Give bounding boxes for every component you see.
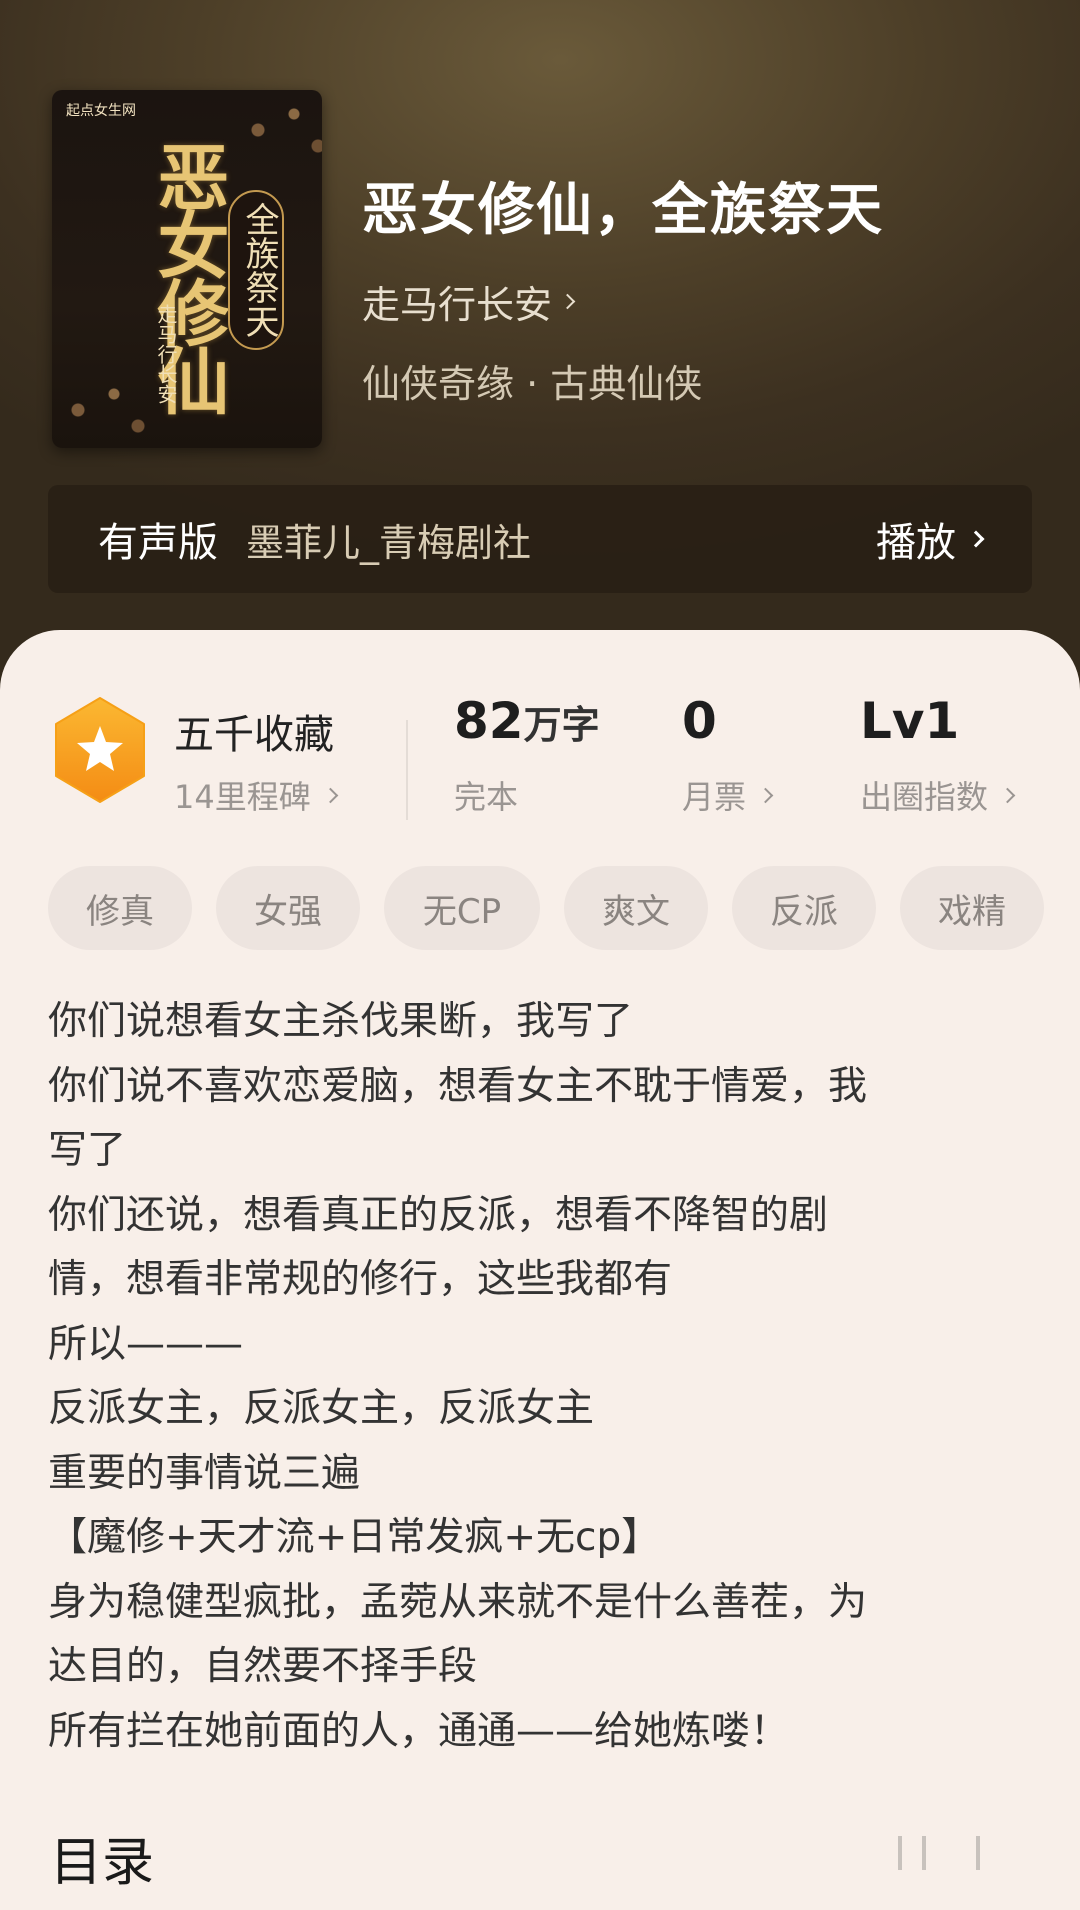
word-count-number: 82 — [454, 692, 524, 750]
detail-sheet: 五千收藏 14里程碑 82万字 完本 0 月票 Lv1 出圈指数 修真 女强 无… — [0, 630, 1080, 1910]
monthly-votes-number: 0 — [682, 692, 717, 750]
description-line: 你们还说，想看真正的反派，想看不降智的剧 — [48, 1192, 829, 1238]
word-count: 82万字 — [454, 692, 600, 750]
chevron-right-icon — [322, 787, 339, 803]
book-title: 恶女修仙，全族祭天 — [362, 177, 884, 243]
book-cover[interactable]: 起点女生网 恶女修仙 全族祭天 走马行长安 — [52, 90, 322, 448]
author-link[interactable]: 走马行长安 — [362, 274, 1040, 329]
monthly-votes-label: 月票 — [682, 778, 747, 816]
description-line: 反派女主，反派女主，反派女主 — [48, 1386, 595, 1431]
description-line: 达目的，自然要不择手段 — [48, 1644, 478, 1689]
tag-chip[interactable]: 反派 — [732, 866, 876, 950]
play-button[interactable]: 播放 — [876, 510, 985, 568]
cover-subtitle: 全族祭天 — [228, 190, 284, 350]
audio-label: 有声版 — [98, 520, 218, 566]
cover-author: 走马行长安 — [154, 304, 178, 404]
star-badge-icon[interactable] — [52, 696, 148, 804]
status-label: 完本 — [454, 778, 519, 816]
description-line: 你们说不喜欢恋爱脑，想看女主不耽于情爱，我 — [48, 1063, 868, 1109]
chevron-right-icon — [967, 530, 985, 548]
collection-count: 五千收藏 — [174, 712, 334, 758]
tag-chip[interactable]: 女强 — [216, 866, 360, 950]
tag-chip[interactable]: 修真 — [48, 866, 192, 950]
book-detail-page: 起点女生网 恶女修仙 全族祭天 走马行长安 恶女修仙，全族祭天 走马行长安 仙侠… — [0, 0, 1080, 1910]
bar — [976, 1836, 980, 1870]
cover-publisher: 起点女生网 — [66, 103, 136, 119]
chevron-right-icon — [559, 293, 576, 310]
cover-flower-decoration — [222, 90, 322, 170]
toc-heading[interactable]: 目录 — [50, 1820, 154, 1895]
description-line: 身为稳健型疯批，孟菀从来就不是什么善茬，为 — [48, 1579, 868, 1625]
description-line: 重要的事情说三遍 — [48, 1450, 361, 1496]
level-link[interactable]: 出圈指数 — [860, 772, 1016, 818]
tag-chip[interactable]: 戏精 — [900, 866, 1044, 950]
level-number: Lv1 — [860, 692, 960, 750]
bar — [922, 1836, 926, 1870]
word-count-unit: 万字 — [523, 703, 600, 747]
tag-list: 修真 女强 无CP 爽文 反派 戏精 — [48, 866, 1044, 950]
audio-version-bar[interactable]: 有声版 墨菲儿_青梅剧社 播放 — [48, 485, 1032, 593]
book-info: 恶女修仙，全族祭天 走马行长安 仙侠奇缘 · 古典仙侠 — [362, 165, 1040, 408]
description-line: 你们说想看女主杀伐果断，我写了 — [48, 999, 634, 1044]
stats-row: 五千收藏 14里程碑 82万字 完本 0 月票 Lv1 出圈指数 — [0, 690, 1080, 840]
milestone-link[interactable]: 14里程碑 — [174, 772, 339, 818]
tag-chip[interactable]: 无CP — [384, 866, 540, 950]
level-value: Lv1 — [860, 692, 959, 750]
description-line: 写了 — [48, 1128, 127, 1173]
description-line: 【魔修+天才流+日常发疯+无cp】 — [48, 1515, 661, 1560]
tag-chip[interactable]: 爽文 — [564, 866, 708, 950]
description-line: 所有拦在她前面的人，通通——给她炼喽！ — [48, 1708, 790, 1754]
audio-narrator: 墨菲儿_青梅剧社 — [246, 520, 532, 565]
author-name: 走马行长安 — [362, 283, 553, 327]
milestone-label: 14里程碑 — [174, 778, 311, 816]
play-label: 播放 — [876, 520, 956, 566]
chevron-right-icon — [999, 787, 1016, 803]
loading-bars-icon — [898, 1836, 980, 1870]
monthly-votes-link[interactable]: 月票 — [682, 772, 774, 818]
bar — [898, 1836, 902, 1870]
chevron-right-icon — [757, 787, 774, 803]
book-description[interactable]: 你们说想看女主杀伐果断，我写了 你们说不喜欢恋爱脑，想看女主不耽于情爱，我 写了… — [48, 990, 1008, 1764]
description-line: 情，想看非常规的修行，这些我都有 — [48, 1257, 673, 1302]
stats-divider — [406, 720, 408, 820]
book-genre: 仙侠奇缘 · 古典仙侠 — [362, 362, 703, 406]
level-label: 出圈指数 — [860, 778, 989, 816]
monthly-votes-count: 0 — [682, 692, 717, 750]
description-line: 所以——— — [48, 1321, 244, 1367]
